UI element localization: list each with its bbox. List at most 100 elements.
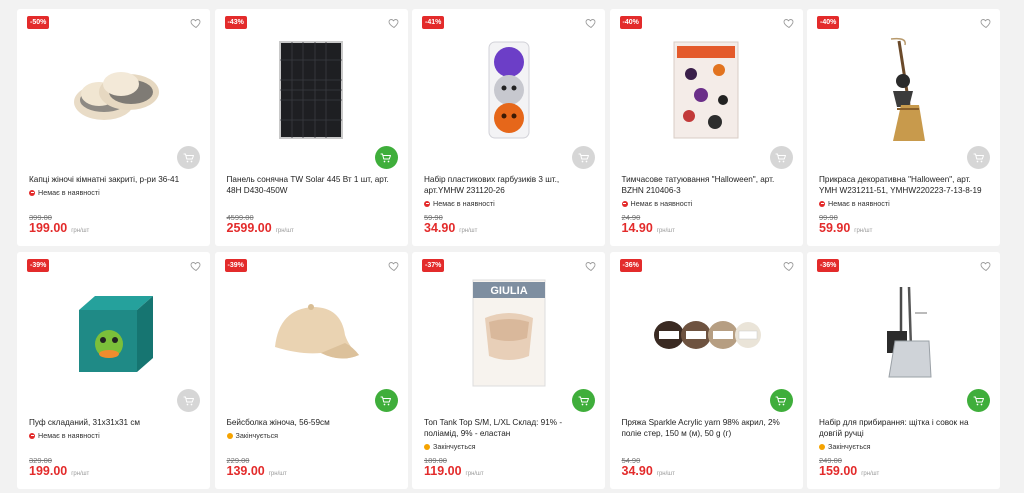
cart-icon [380,153,391,162]
product-card[interactable]: -39% Бейсболка жіноча, 56-59см Закінчуєт… [214,252,408,489]
product-title[interactable]: Пряжа Sparkle Acrylic yarn 98% акрил, 2%… [622,417,793,439]
status-icon [819,200,825,207]
price-currency: грн/шт [656,228,675,234]
stock-status: Немає в наявності [819,199,890,208]
product-image[interactable]: GIULIA [412,274,605,392]
price-value: 34.90 [424,221,456,235]
stock-status: Немає в наявності [424,199,495,208]
product-card[interactable]: -40% Прикраса декоративна "Halloween", а… [807,9,1000,246]
cap-image [275,304,359,359]
product-title[interactable]: Бейсболка жіноча, 56-59см [227,417,398,428]
product-image[interactable] [17,31,210,149]
product-title[interactable]: Набір пластикових гарбузиків 3 шт., арт.… [424,174,595,196]
price-currency: грн/шт [854,228,873,234]
add-to-cart-button[interactable] [177,146,200,169]
stock-status-text: Закінчується [828,442,871,451]
price-value: 139.00 [226,464,265,478]
cart-icon [578,153,589,162]
stock-status: Закінчується [226,431,278,440]
add-to-cart-button[interactable] [374,389,398,412]
product-image[interactable] [215,274,408,392]
price-value: 119.00 [424,464,462,478]
discount-badge: -40% [619,16,642,29]
price: 159.00 грн/шт [819,464,879,478]
stock-status: Закінчується [819,442,871,451]
heart-icon[interactable] [783,260,795,272]
product-card[interactable]: -36% Набір для прибирання: щітка і совок… [807,252,1000,489]
stock-status-text: Немає в наявності [828,199,890,208]
product-image[interactable] [412,31,605,149]
heart-icon[interactable] [388,260,400,272]
product-image[interactable] [807,274,1000,392]
heart-icon[interactable] [980,17,992,29]
add-to-cart-button[interactable] [572,146,595,169]
heart-icon[interactable] [980,260,992,272]
price: 34.90 грн/шт [424,221,477,235]
product-image[interactable] [807,31,1000,149]
product-image[interactable] [215,31,408,149]
add-to-cart-button[interactable] [967,146,990,169]
add-to-cart-button[interactable] [769,146,793,169]
price: 119.00 грн/шт [424,464,484,478]
witch-broom-image [890,37,925,141]
price-value: 59.90 [819,221,851,235]
heart-icon[interactable] [388,17,400,29]
discount-badge: -37% [422,259,445,272]
status-icon [424,200,430,207]
product-image[interactable] [610,274,803,392]
heart-icon[interactable] [190,17,202,29]
product-title[interactable]: Панель сонячна TW Solar 445 Вт 1 шт, арт… [227,174,398,196]
heart-icon[interactable] [585,17,597,29]
price: 2599.00 грн/шт [227,221,294,235]
stock-status-text: Немає в наявності [38,431,100,440]
add-to-cart-button[interactable] [769,389,793,412]
product-title[interactable]: Топ Tank Top S/M, L/XL Склад: 91% - полі… [424,417,595,439]
product-card[interactable]: -41% Набір пластикових гарбузиків 3 шт.,… [412,9,605,246]
stock-status: Закінчується [424,442,476,451]
heart-icon[interactable] [190,260,202,272]
cart-icon [973,396,984,405]
price-currency: грн/шт [268,471,287,477]
price-currency: грн/шт [861,471,880,477]
price-currency: грн/шт [71,228,90,234]
heart-icon[interactable] [585,260,597,272]
product-card[interactable]: -50% Капці жіночі кімнатні закриті, р-ри… [17,9,210,246]
price-value: 199.00 [29,221,68,235]
add-to-cart-button[interactable] [374,146,398,169]
price-currency: грн/шт [656,471,675,477]
tank-top-image: GIULIA [472,279,545,387]
product-card[interactable]: -43% Панель сонячна TW Solar 445 Вт 1 шт… [214,9,408,246]
product-title[interactable]: Тимчасове татуювання "Halloween", арт. B… [622,174,793,196]
status-icon [621,200,628,207]
discount-badge: -39% [27,259,50,272]
broom-dustpan-image [886,286,932,378]
status-icon [226,432,233,439]
product-title[interactable]: Набір для прибирання: щітка і совок на д… [819,417,990,439]
status-icon [424,443,430,450]
discount-badge: -39% [224,259,247,272]
brand-text: GIULIA [490,285,527,297]
product-card[interactable]: -36% Пряжа Sparkle Acrylic yarn 98% акри… [609,252,803,489]
stock-status-text: Немає в наявності [38,188,100,197]
product-title[interactable]: Капці жіночі кімнатні закриті, р-ри 36-4… [29,174,200,185]
product-title[interactable]: Прикраса декоративна "Halloween", арт. Y… [819,174,990,196]
cart-icon [578,396,589,405]
add-to-cart-button[interactable] [177,389,200,412]
price-value: 199.00 [29,464,68,478]
price-currency: грн/шт [275,228,294,234]
cart-icon [775,396,786,405]
product-card[interactable]: -39% Пуф складаний, 31х31х31 см Немає в … [17,252,210,489]
add-to-cart-button[interactable] [572,389,595,412]
product-card[interactable]: -37% GIULIA Топ Tank Top S/M, L/XL Склад… [412,252,605,489]
status-icon [29,432,35,439]
price-currency: грн/шт [465,471,484,477]
product-title[interactable]: Пуф складаний, 31х31х31 см [29,417,200,428]
product-image[interactable] [17,274,210,392]
cart-icon [973,153,984,162]
stock-status: Немає в наявності [29,431,100,440]
add-to-cart-button[interactable] [967,389,990,412]
heart-icon[interactable] [783,17,795,29]
price: 199.00 грн/шт [29,221,89,235]
product-card[interactable]: -40% Тимчасове татуювання "Halloween", а… [609,9,803,246]
product-image[interactable] [610,31,803,149]
